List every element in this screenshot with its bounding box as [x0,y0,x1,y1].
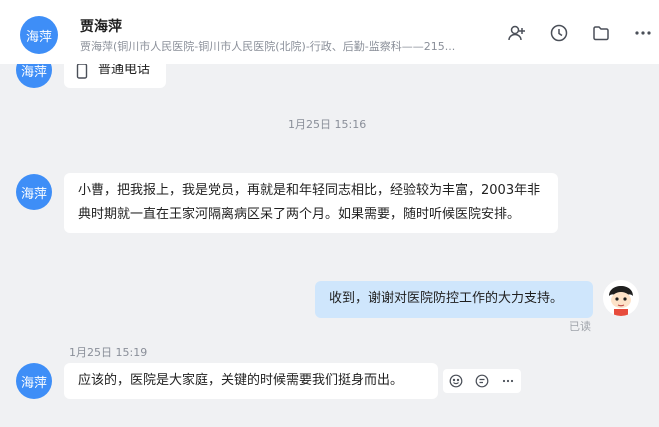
call-record-bubble[interactable]: 普通电话 [64,64,166,88]
message-actions [443,369,521,393]
message-bubble[interactable]: 小曹，把我报上，我是党员，再就是和年轻同志相比，经验较为丰富，2003年非典时期… [64,173,558,233]
sender-avatar[interactable]: 海萍 [16,174,52,210]
contact-subtitle: 贾海萍(铜川市人民医院-铜川市人民医院(北院)-行政、后勤-监察科——215..… [80,40,456,53]
reply-icon[interactable] [469,369,495,393]
message-list[interactable]: 海萍 普通电话 1月25日 15:16 海萍 小曹，把我报上，我是党员，再就是和… [0,64,659,427]
phone-icon [76,64,88,79]
self-message-bubble[interactable]: 收到，谢谢对医院防控工作的大力支持。 [315,281,593,318]
message-timestamp: 1月25日 15:19 [69,346,148,359]
chat-header: 海萍 贾海萍 贾海萍(铜川市人民医院-铜川市人民医院(北院)-行政、后勤-监察科… [0,0,659,64]
emoji-icon[interactable] [443,369,469,393]
message-timestamp: 1月25日 15:16 [288,118,367,131]
contact-avatar[interactable]: 海萍 [20,16,58,54]
more-icon[interactable] [632,22,654,44]
folder-icon[interactable] [590,22,612,44]
add-user-icon[interactable] [506,22,528,44]
sender-avatar[interactable]: 海萍 [16,64,52,88]
read-status: 已读 [569,320,591,333]
call-record-text: 普通电话 [98,64,151,77]
more-icon[interactable] [495,369,521,393]
clock-icon[interactable] [548,22,570,44]
self-avatar[interactable] [603,280,639,316]
contact-name[interactable]: 贾海萍 [80,16,122,36]
sender-avatar[interactable]: 海萍 [16,363,52,399]
message-bubble[interactable]: 应该的，医院是大家庭，关键的时候需要我们挺身而出。 [64,363,438,399]
